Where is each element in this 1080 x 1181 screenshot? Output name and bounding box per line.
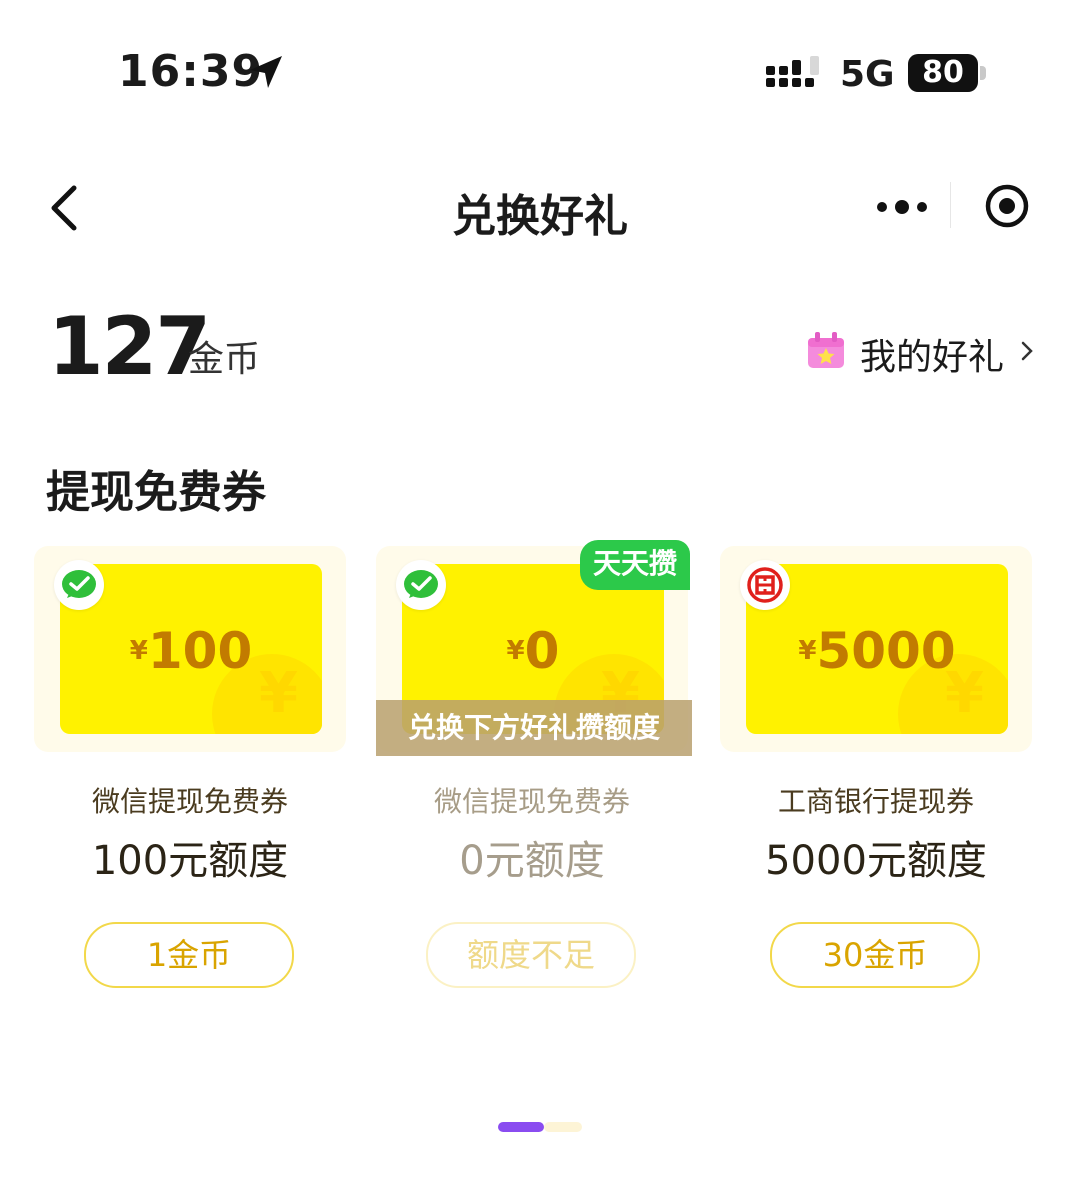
voucher-quota: 5000元额度	[765, 838, 987, 884]
battery-level: 80	[908, 54, 978, 92]
signal-icon	[766, 56, 819, 87]
coin-unit: 金币	[188, 339, 261, 380]
location-arrow-icon	[250, 56, 282, 88]
daily-save-tag: 天天攒	[580, 540, 690, 590]
status-bar: 16:39 5G 80	[0, 0, 1080, 140]
my-gifts-link[interactable]: 我的好礼	[806, 328, 1046, 378]
my-gifts-label: 我的好礼	[860, 337, 1005, 378]
icbc-icon	[747, 567, 783, 603]
voucher-amount: ¥100	[60, 622, 322, 680]
redeem-button[interactable]: 1金币	[84, 922, 294, 988]
network-type: 5G	[840, 54, 895, 95]
icbc-badge	[740, 560, 790, 610]
amount-value: 0	[524, 622, 560, 680]
target-icon[interactable]	[984, 183, 1030, 229]
chevron-right-icon	[1021, 341, 1033, 361]
voucher-name: 微信提现免费券	[91, 785, 288, 818]
coin-balance: 127	[48, 300, 211, 393]
voucher-quota: 0元额度	[459, 838, 605, 884]
accumulate-quota-banner: 兑换下方好礼攒额度	[376, 700, 692, 756]
voucher-name: 工商银行提现券	[777, 785, 974, 818]
voucher-card-wechat-100[interactable]: ¥ ¥100 微信提现免费券 100元额度 1金币	[34, 546, 354, 1006]
wechat-icon	[404, 570, 438, 598]
currency-symbol: ¥	[798, 636, 817, 666]
voucher-card-icbc-5000[interactable]: ¥ ¥5000 工商银行提现券 5000元额度 30金币	[720, 546, 1040, 1006]
status-time: 16:39	[118, 46, 264, 97]
currency-symbol: ¥	[129, 636, 148, 666]
amount-value: 5000	[816, 622, 956, 680]
voucher-amount: ¥5000	[746, 622, 1008, 680]
insufficient-quota-button[interactable]: 额度不足	[426, 922, 636, 988]
redeem-button[interactable]: 30金币	[770, 922, 980, 988]
voucher-card-wechat-0[interactable]: ¥ ¥0 天天攒 兑换下方好礼攒额度 微信提现免费券 0元额度 额度不足	[376, 540, 696, 1006]
page-indicator-active	[498, 1122, 544, 1132]
voucher-amount: ¥0	[402, 622, 664, 680]
battery-cap	[980, 66, 986, 80]
wechat-icon	[62, 570, 96, 598]
capsule-divider	[950, 182, 951, 228]
gift-box-icon	[808, 332, 844, 368]
voucher-name: 微信提现免费券	[433, 785, 630, 818]
section-title: 提现免费券	[46, 467, 266, 518]
wechat-badge	[54, 560, 104, 610]
currency-symbol: ¥	[506, 636, 525, 666]
wechat-badge	[396, 560, 446, 610]
amount-value: 100	[147, 622, 253, 680]
page-indicator	[498, 1122, 584, 1132]
voucher-quota: 100元额度	[91, 838, 289, 884]
more-dots-icon[interactable]	[876, 200, 928, 214]
page-indicator-inactive	[544, 1122, 582, 1132]
